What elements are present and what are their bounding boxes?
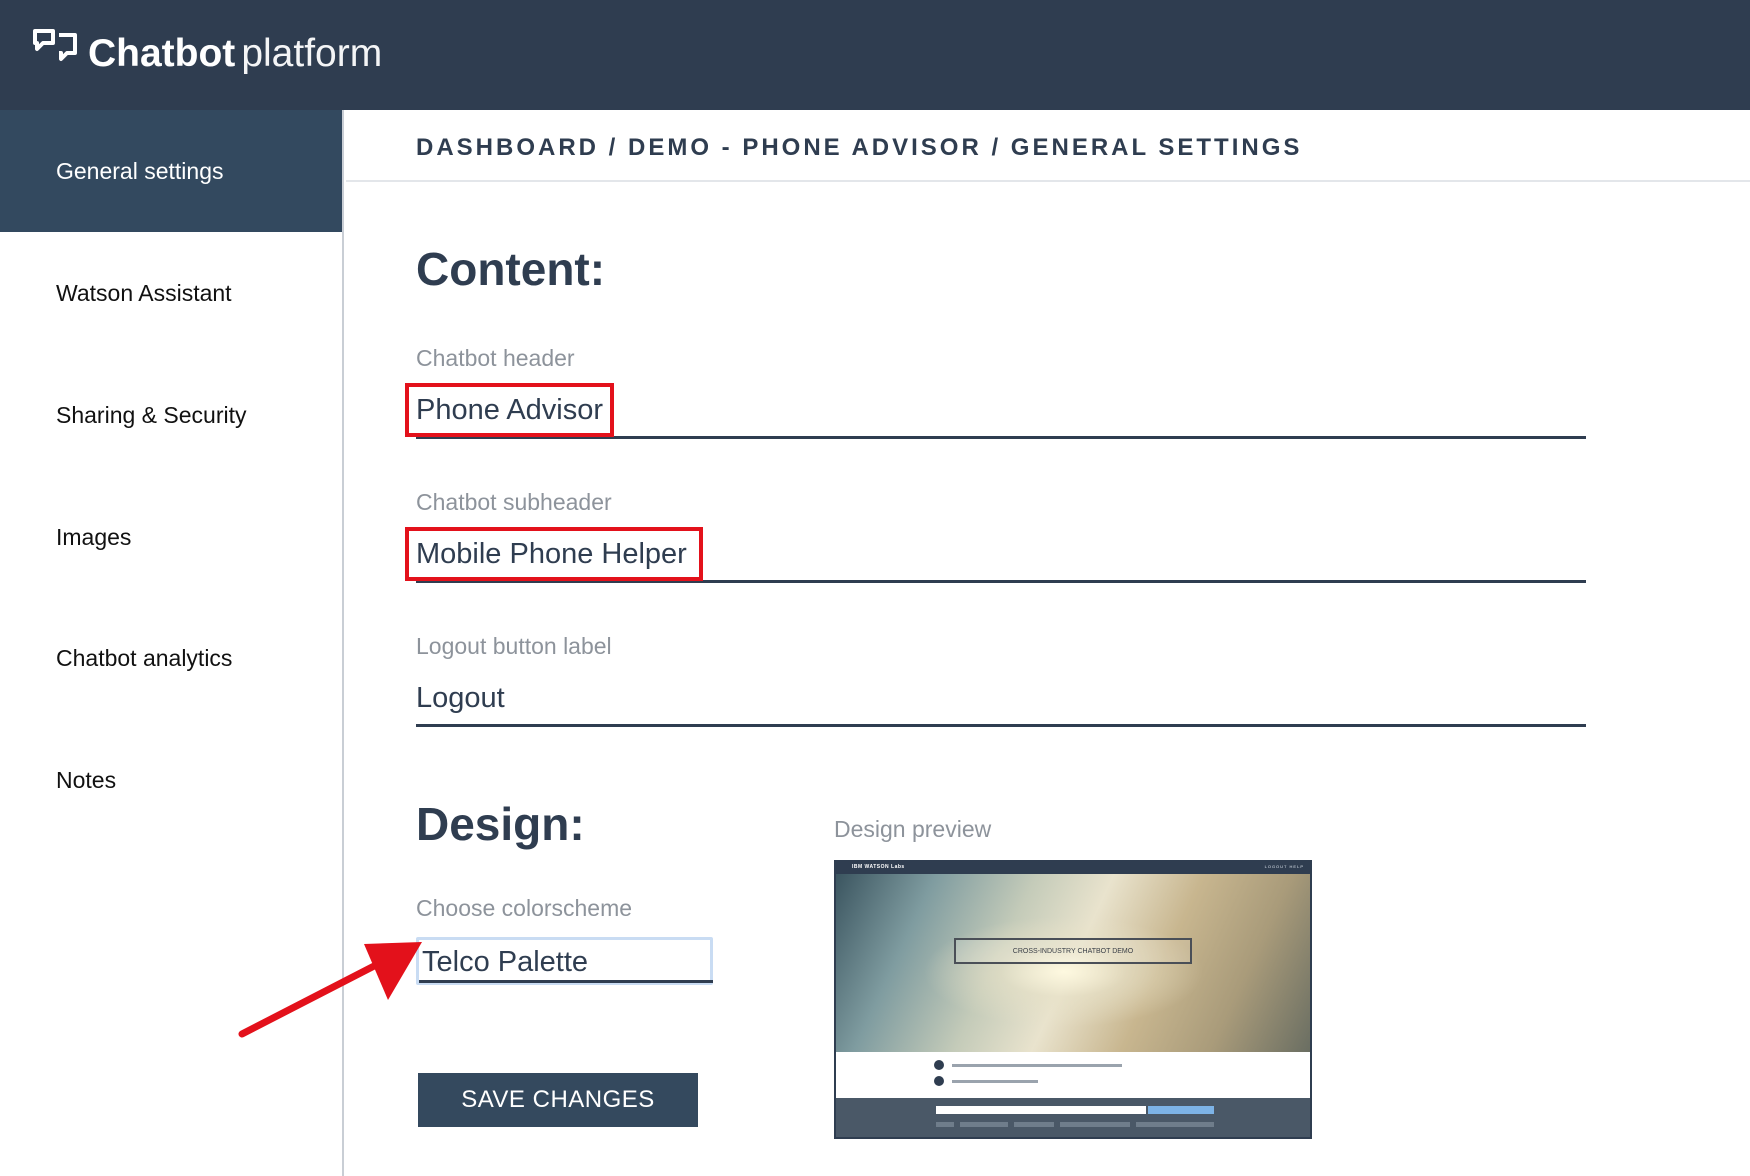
chatbot-header-input[interactable] — [416, 385, 1586, 439]
sidebar-item-label: Notes — [56, 766, 117, 793]
colorscheme-label: Choose colorscheme — [416, 895, 633, 921]
select-underline — [419, 980, 713, 983]
preview-chip — [960, 1122, 1008, 1127]
logout-button-label-input[interactable] — [416, 673, 1586, 727]
preview-chip — [1014, 1122, 1054, 1127]
sidebar-item-label: General settings — [56, 157, 224, 184]
design-preview: IBM WATSON Labs LOGOUT HELP CROSS-INDUST… — [834, 860, 1312, 1139]
chatbot-header-label: Chatbot header — [416, 345, 575, 371]
colorscheme-selected-value: Telco Palette — [422, 946, 589, 978]
design-section-title: Design: — [416, 798, 585, 850]
preview-topbar: IBM WATSON Labs LOGOUT HELP — [836, 862, 1310, 874]
sidebar-item-sharing-security[interactable]: Sharing & Security — [0, 354, 342, 476]
annotation-arrow-icon — [238, 942, 422, 1038]
preview-chip — [1060, 1122, 1130, 1127]
sidebar-item-label: Chatbot analytics — [56, 644, 233, 671]
logout-button-label-label: Logout button label — [416, 633, 612, 659]
preview-chat-area — [836, 1052, 1310, 1098]
sidebar-item-label: Sharing & Security — [56, 401, 247, 428]
preview-chip — [1136, 1122, 1214, 1127]
preview-links: LOGOUT HELP — [1264, 864, 1304, 869]
preview-hero-image: CROSS-INDUSTRY CHATBOT DEMO — [836, 874, 1310, 1052]
preview-footer — [836, 1098, 1310, 1137]
sidebar-item-label: Images — [56, 523, 132, 550]
app-title: Chatbot platform — [88, 31, 382, 77]
breadcrumb[interactable]: DASHBOARD / DEMO - PHONE ADVISOR / GENER… — [416, 134, 1302, 162]
preview-message-line — [952, 1064, 1122, 1067]
preview-input — [936, 1106, 1146, 1114]
sidebar-item-watson-assistant[interactable]: Watson Assistant — [0, 232, 342, 354]
sidebar-item-chatbot-analytics[interactable]: Chatbot analytics — [0, 597, 342, 719]
preview-message-line — [952, 1080, 1038, 1083]
chatbot-subheader-input[interactable] — [416, 529, 1586, 583]
sidebar-item-images[interactable]: Images — [0, 476, 342, 598]
chatbot-subheader-label: Chatbot subheader — [416, 489, 612, 515]
sidebar-item-general-settings[interactable]: General settings — [0, 110, 342, 232]
preview-bot-avatar — [934, 1060, 944, 1070]
preview-chip — [936, 1122, 954, 1127]
colorscheme-select[interactable]: Telco Palette — [416, 937, 713, 985]
app-header: Chatbot platform — [0, 0, 1750, 110]
content-section-title: Content: — [416, 243, 606, 295]
breadcrumb-bar: DASHBOARD / DEMO - PHONE ADVISOR / GENER… — [346, 110, 1750, 182]
preview-send-button — [1148, 1106, 1214, 1114]
preview-brand: IBM WATSON Labs — [852, 864, 905, 870]
design-preview-label: Design preview — [834, 816, 992, 842]
sidebar-item-label: Watson Assistant — [56, 279, 232, 306]
preview-bot-avatar — [934, 1076, 944, 1086]
save-changes-button[interactable]: SAVE CHANGES — [418, 1073, 698, 1127]
preview-hero-title: CROSS-INDUSTRY CHATBOT DEMO — [954, 938, 1192, 964]
app-title-bold: Chatbot — [88, 32, 236, 75]
app-title-light: platform — [241, 32, 383, 75]
chat-bubble-icon — [33, 29, 77, 61]
sidebar-item-notes[interactable]: Notes — [0, 719, 342, 841]
